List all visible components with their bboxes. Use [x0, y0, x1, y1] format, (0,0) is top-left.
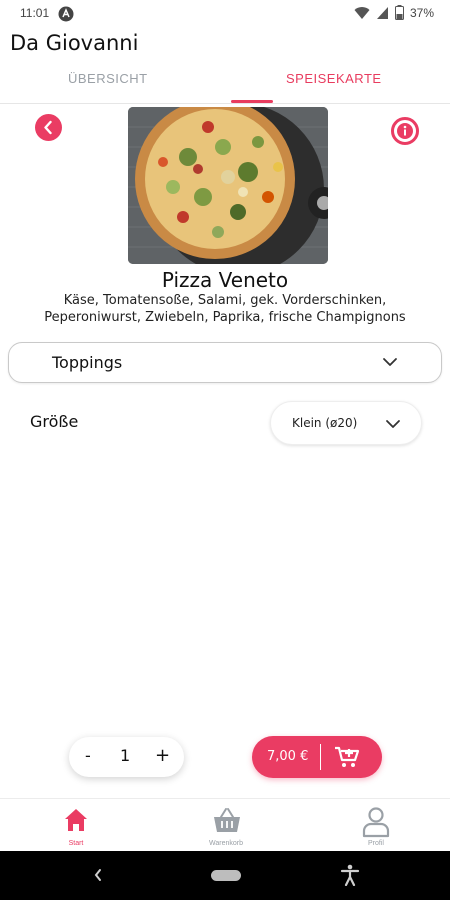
home-icon — [65, 809, 87, 831]
toppings-dropdown[interactable]: Toppings — [8, 342, 442, 383]
product-description-line: Käse, Tomatensoße, Salami, gek. Vordersc… — [63, 293, 387, 308]
tab-indicator — [231, 100, 273, 103]
quantity-value: 1 — [120, 746, 131, 765]
quantity-stepper: - 1 + — [69, 737, 184, 777]
product-description-line: Peperoniwurst, Zwiebeln, Paprika, frisch… — [44, 310, 406, 325]
app-notification-icon — [58, 6, 74, 22]
product-name: Pizza Veneto — [161, 268, 289, 292]
bottom-navigation: Start Warenkorb Profil — [0, 798, 450, 851]
info-icon — [397, 123, 413, 139]
nav-profile[interactable]: Profil — [326, 799, 426, 852]
person-icon — [362, 807, 390, 838]
signal-icon — [376, 6, 388, 19]
size-select[interactable]: Klein (ø20) — [270, 401, 422, 445]
tab-menu[interactable]: SPEISEKARTE — [286, 71, 382, 86]
decrease-button[interactable]: - — [85, 746, 91, 765]
product-image — [128, 107, 328, 264]
nav-label: Profil — [368, 840, 384, 847]
status-right: 37% — [354, 5, 434, 20]
nav-label: Start — [68, 840, 84, 847]
tab-bar: ÜBERSICHT SPEISEKARTE — [0, 62, 450, 104]
system-navigation-bar — [0, 851, 450, 900]
chevron-down-icon — [386, 420, 400, 428]
battery-percent: 37% — [409, 5, 434, 20]
tab-overview[interactable]: ÜBERSICHT — [68, 71, 148, 86]
restaurant-title: Da Giovanni — [10, 31, 139, 55]
add-to-cart-button[interactable]: 7,00 € — [252, 736, 382, 778]
nav-cart[interactable]: Warenkorb — [176, 799, 276, 852]
back-button[interactable] — [35, 114, 62, 141]
button-divider — [320, 744, 321, 770]
basket-icon — [214, 808, 240, 832]
wifi-icon — [354, 6, 370, 19]
nav-start[interactable]: Start — [26, 799, 126, 852]
status-time: 11:01 — [20, 6, 50, 20]
accessibility-icon[interactable] — [340, 864, 360, 886]
size-label: Größe — [30, 412, 79, 431]
increase-button[interactable]: + — [155, 745, 170, 766]
info-button[interactable] — [391, 117, 419, 145]
system-back-icon[interactable] — [92, 867, 104, 883]
cart-plus-icon — [335, 746, 360, 767]
chevron-down-icon — [383, 358, 397, 366]
price-label: 7,00 € — [267, 749, 309, 764]
nav-label: Warenkorb — [209, 840, 243, 847]
system-home-pill[interactable] — [211, 870, 241, 881]
product-description: Käse, Tomatensoße, Salami, gek. Vordersc… — [10, 292, 440, 326]
chevron-left-icon — [44, 120, 52, 135]
toppings-label: Toppings — [52, 353, 123, 372]
size-value: Klein (ø20) — [292, 416, 358, 430]
battery-icon — [394, 5, 404, 20]
status-bar: 11:01 37% — [0, 0, 450, 28]
